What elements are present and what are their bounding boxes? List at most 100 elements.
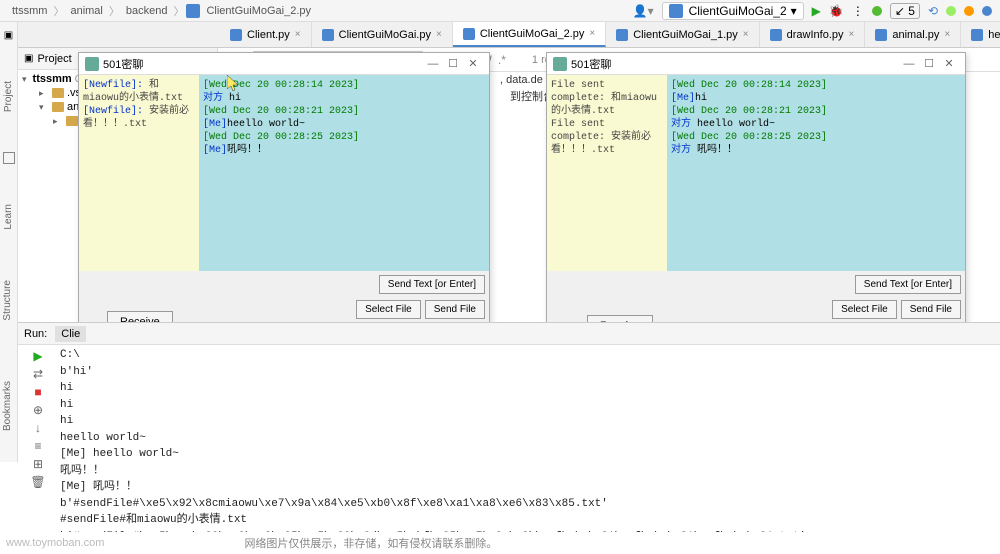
folder-icon — [52, 88, 64, 98]
count-badge[interactable]: ↙ 5 — [890, 3, 920, 19]
sync-icon[interactable]: ⟲ — [928, 4, 938, 18]
tool-icon[interactable]: ⊞ — [31, 457, 45, 471]
tab-animal[interactable]: animal.py× — [865, 22, 961, 47]
close-icon[interactable]: ✕ — [939, 57, 959, 70]
status-cyan-icon[interactable] — [946, 6, 956, 16]
cursor-icon — [227, 75, 241, 93]
tool-icon[interactable]: ≡ — [31, 439, 45, 453]
tab-clientguimogai-2[interactable]: ClientGuiMoGai_2.py × — [453, 22, 606, 47]
tool-icon[interactable]: ⊕ — [31, 403, 45, 417]
close-icon[interactable]: × — [743, 29, 749, 40]
expand-icon[interactable]: ▸ — [53, 116, 63, 127]
close-icon[interactable]: × — [589, 28, 595, 39]
debug-icon[interactable]: 🐞 — [829, 4, 844, 18]
send-text-button[interactable]: Send Text [or Enter] — [379, 275, 485, 294]
send-file-button[interactable]: Send File — [425, 300, 485, 319]
app-icon — [553, 57, 567, 71]
close-icon[interactable]: × — [295, 29, 301, 40]
project-toggle-icon[interactable]: ▣ — [4, 30, 13, 41]
run-header: Run: Clie — [18, 323, 1000, 345]
python-file-icon — [875, 29, 887, 41]
toolbar-right: 👤▾ ClientGuiMoGai_2 ▾ ▶ 🐞 ⋮ ↙ 5 ⟲ — [633, 2, 992, 20]
minimize-icon[interactable]: — — [899, 58, 919, 70]
tab-client[interactable]: Client.py × — [220, 22, 312, 47]
rerun-icon[interactable]: ▶ — [31, 349, 45, 363]
run-config-combo[interactable]: ClientGuiMoGai_2 ▾ — [662, 2, 804, 20]
sidebar-project[interactable]: Project — [3, 81, 14, 112]
close-icon[interactable]: × — [944, 29, 950, 40]
expand-icon[interactable]: ▸ — [39, 88, 49, 99]
python-file-icon — [770, 29, 782, 41]
stop-icon[interactable]: ■ — [31, 385, 45, 399]
run-icon[interactable]: ▶ — [812, 4, 821, 18]
select-file-button[interactable]: Select File — [832, 300, 897, 319]
python-file-icon — [463, 28, 475, 40]
regex-icon[interactable]: .* — [498, 53, 506, 67]
tree-root-label: ttssmm — [33, 73, 72, 85]
editor-tabs: Client.py × ClientGuiMoGai.py× ClientGuiM… — [0, 22, 1000, 48]
chat-window-2: 501密聊 — ☐ ✕ File sent complete: 和miaowu的… — [546, 52, 966, 344]
python-file-icon — [616, 29, 628, 41]
breadcrumb-item[interactable]: ClientGuiMoGai_2.py — [202, 5, 315, 17]
editor-fragment: , data.de — [500, 74, 543, 86]
close-icon[interactable]: × — [436, 29, 442, 40]
python-file-icon — [669, 4, 683, 18]
chat-title: 501密聊 — [571, 56, 899, 72]
user-icon[interactable]: 👤▾ — [633, 4, 654, 18]
chat-message-pane[interactable]: [Wed Dec 20 00:28:14 2023] [Me]hi [Wed D… — [667, 75, 965, 271]
expand-icon[interactable]: ▾ — [22, 74, 27, 85]
folder-icon — [52, 102, 64, 112]
chat-title: 501密聊 — [103, 56, 423, 72]
breadcrumb-sep: 〉 — [51, 3, 66, 19]
run-panel: Run: Clie ▶ ⇄ ■ ⊕ ↓ ≡ ⊞ 🗑 C:\ b'hi' hi h… — [18, 322, 1000, 532]
sidebar-structure[interactable]: Structure — [2, 280, 13, 321]
dropdown-icon: ▾ — [791, 4, 797, 18]
tab-health-record[interactable]: health_record.py× — [961, 22, 1000, 47]
maximize-icon[interactable]: ☐ — [919, 57, 939, 70]
breadcrumb-item[interactable]: ttssmm — [8, 5, 51, 17]
chat-window-1: 501密聊 — ☐ ✕ [Newfile]: 和miaowu的小表情.txt [… — [78, 52, 490, 340]
chat-message-pane[interactable]: [Wed Dec 20 00:28:14 2023] 对方 hi [Wed De… — [199, 75, 489, 271]
send-text-button[interactable]: Send Text [or Enter] — [855, 275, 961, 294]
tool-icon[interactable]: ⇄ — [31, 367, 45, 381]
minimize-icon[interactable]: — — [423, 58, 443, 70]
breadcrumb-sep: 〉 — [171, 3, 186, 19]
tab-drawinfo[interactable]: drawInfo.py× — [760, 22, 866, 47]
sidebar-learn[interactable]: Learn — [3, 204, 14, 230]
chat-file-pane: File sent complete: 和miaowu的小表情.txt File… — [547, 75, 667, 271]
tab-label: health_record.py — [988, 29, 1000, 41]
folder-icon — [66, 116, 78, 126]
sidebar-bookmarks[interactable]: Bookmarks — [2, 381, 13, 431]
chat-titlebar[interactable]: 501密聊 — ☐ ✕ — [547, 53, 965, 75]
status-green-icon[interactable] — [872, 6, 882, 16]
status-blue-icon[interactable] — [982, 6, 992, 16]
watermark-brand: www.toymoban.com — [6, 537, 104, 549]
breadcrumb: ttssmm 〉 animal 〉 backend 〉 ClientGuiMoG… — [0, 0, 1000, 22]
maximize-icon[interactable]: ☐ — [443, 57, 463, 70]
breadcrumb-item[interactable]: backend — [122, 5, 172, 17]
tab-clientguimogai[interactable]: ClientGuiMoGai.py× — [312, 22, 453, 47]
tool-icon[interactable]: ↓ — [31, 421, 45, 435]
run-header-label: Run: — [24, 328, 47, 340]
tab-label: Client.py — [247, 29, 290, 41]
breadcrumb-sep: 〉 — [107, 3, 122, 19]
close-icon[interactable]: × — [849, 29, 855, 40]
close-icon[interactable]: ✕ — [463, 57, 483, 70]
breadcrumb-item[interactable]: animal — [66, 5, 106, 17]
status-orange-icon[interactable] — [964, 6, 974, 16]
python-file-icon — [230, 29, 242, 41]
app-icon — [85, 57, 99, 71]
select-file-button[interactable]: Select File — [356, 300, 421, 319]
send-file-button[interactable]: Send File — [901, 300, 961, 319]
run-console[interactable]: C:\ b'hi' hi hi hi heello world~ [Me] he… — [60, 347, 996, 532]
run-tab[interactable]: Clie — [55, 326, 86, 342]
far-left-labels: Structure Bookmarks — [2, 280, 13, 431]
more-icon[interactable]: ⋮ — [852, 4, 864, 18]
chat-titlebar[interactable]: 501密聊 — ☐ ✕ — [79, 53, 489, 75]
tab-label: ClientGuiMoGai_2.py — [480, 28, 585, 40]
bookmark-icon[interactable] — [3, 152, 15, 164]
python-file-icon — [186, 4, 200, 18]
expand-icon[interactable]: ▾ — [39, 102, 49, 113]
trash-icon[interactable]: 🗑 — [31, 475, 45, 489]
tab-clientguimogai-1[interactable]: ClientGuiMoGai_1.py× — [606, 22, 759, 47]
